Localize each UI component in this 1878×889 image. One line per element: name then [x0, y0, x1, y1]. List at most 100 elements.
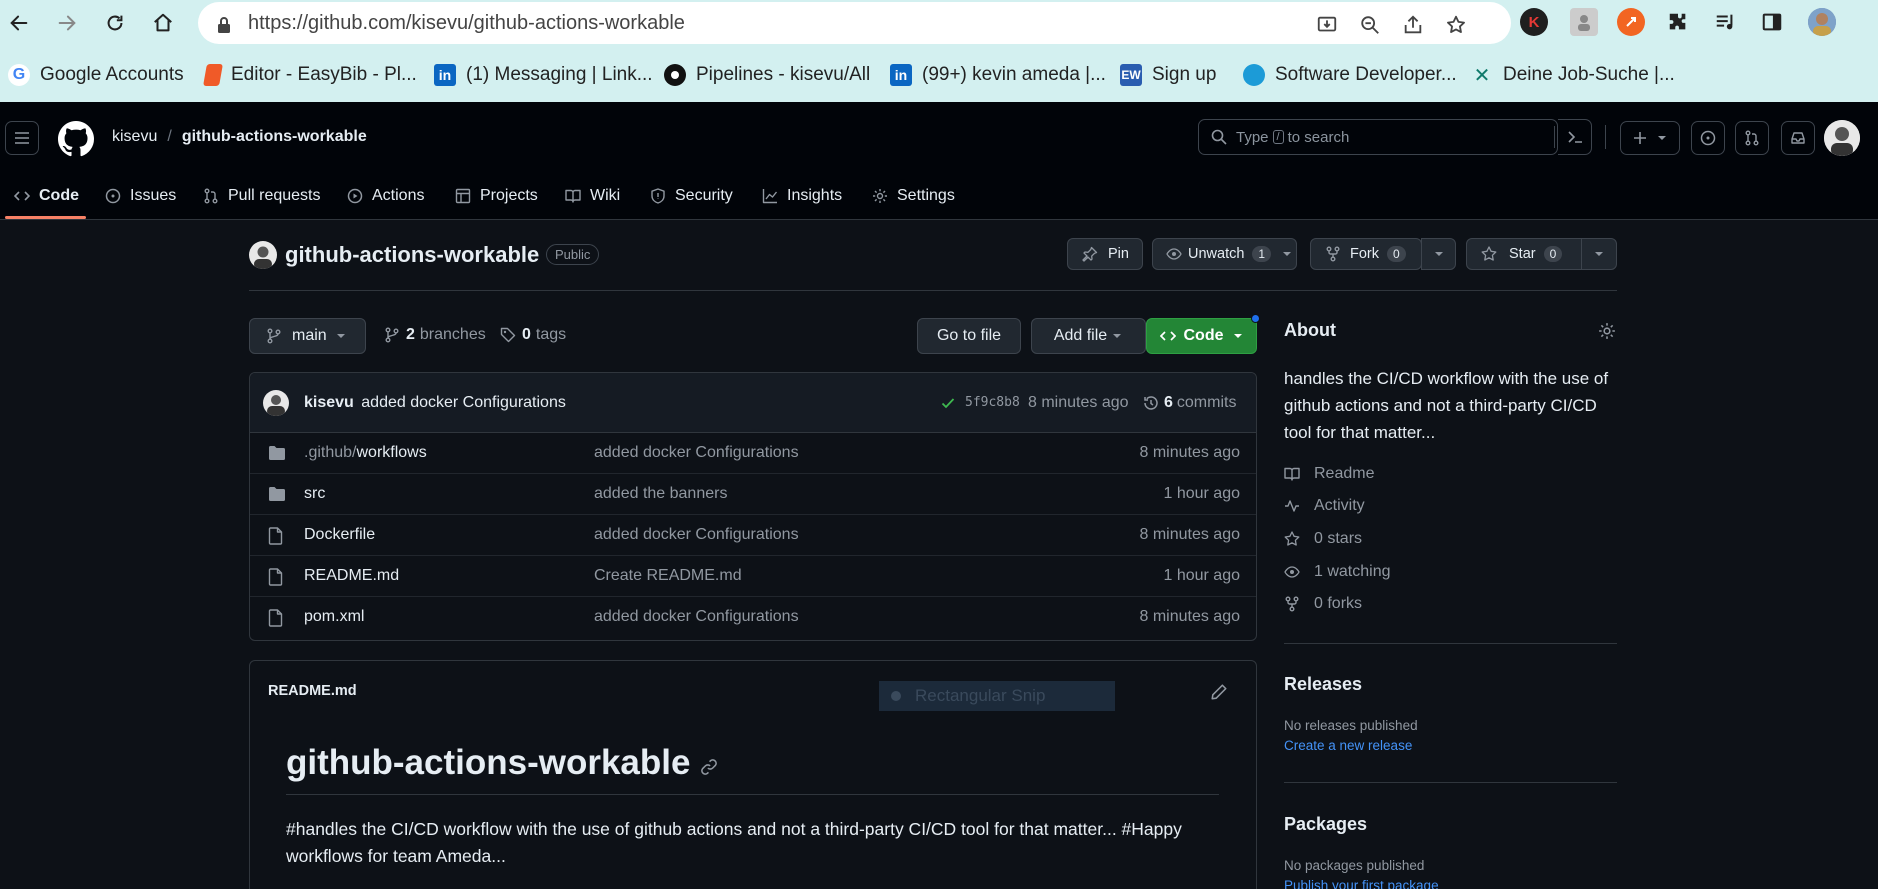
pin-button[interactable]: Pin — [1067, 238, 1143, 270]
star-icon — [1481, 246, 1497, 261]
tab-projects[interactable]: Projects — [455, 172, 538, 220]
gear-icon[interactable] — [1598, 322, 1616, 340]
file-commit-message[interactable]: Create README.md — [594, 567, 742, 585]
install-app-icon[interactable] — [1315, 13, 1339, 37]
commit-author-avatar[interactable] — [263, 390, 289, 416]
forward-button[interactable] — [52, 8, 82, 38]
notification-dot — [1251, 314, 1260, 323]
tab-issues[interactable]: Issues — [105, 172, 176, 220]
bookmark-sign-up[interactable]: EW Sign up — [1120, 61, 1216, 89]
issues-button[interactable] — [1691, 121, 1725, 155]
back-button[interactable] — [4, 8, 34, 38]
bookmark-software-developer[interactable]: Software Developer... — [1243, 61, 1457, 89]
file-name[interactable]: README.md — [304, 567, 399, 585]
table-row[interactable]: pom.xml added docker Configurations 8 mi… — [250, 597, 1256, 638]
fork-button[interactable]: Fork 0 — [1310, 238, 1422, 270]
bookmark-easybib[interactable]: Editor - EasyBib - Pl... — [203, 61, 417, 89]
bookmark-linkedin-profile[interactable]: in (99+) kevin ameda |... — [890, 61, 1106, 89]
about-readme-link[interactable]: Readme — [1284, 462, 1374, 486]
readme-body: #handles the CI/CD workflow with the use… — [286, 819, 1182, 866]
pull-requests-button[interactable] — [1735, 121, 1769, 155]
commits-link[interactable]: 6 commits — [1143, 394, 1236, 412]
table-row[interactable]: src added the banners 1 hour ago — [250, 474, 1256, 515]
file-name[interactable]: .github/workflows — [304, 444, 427, 462]
packages-title[interactable]: Packages — [1284, 814, 1367, 835]
side-panel-icon[interactable] — [1758, 8, 1786, 36]
about-stars-link[interactable]: 0 stars — [1284, 527, 1362, 551]
branches-link[interactable]: 2 branches — [384, 326, 486, 344]
table-row[interactable]: .github/workflows added docker Configura… — [250, 433, 1256, 474]
tags-link[interactable]: 0 tags — [500, 326, 566, 344]
commit-message[interactable]: added docker Configurations — [361, 394, 566, 411]
bookmark-google-accounts[interactable]: G Google Accounts — [8, 61, 184, 89]
bookmark-pipelines[interactable]: Pipelines - kisevu/All — [664, 61, 870, 89]
search-input[interactable]: Type / to search — [1198, 119, 1558, 155]
star-dropdown-button[interactable] — [1581, 238, 1617, 270]
bookmark-star-icon[interactable] — [1444, 13, 1468, 37]
home-button[interactable] — [148, 8, 178, 38]
create-new-button[interactable] — [1620, 121, 1680, 155]
inbox-button[interactable] — [1781, 121, 1815, 155]
menu-button[interactable] — [5, 121, 39, 155]
releases-title[interactable]: Releases — [1284, 674, 1362, 695]
check-icon[interactable] — [940, 395, 956, 411]
tab-settings[interactable]: Settings — [872, 172, 955, 220]
bookmark-linkedin-messaging[interactable]: in (1) Messaging | Link... — [434, 61, 653, 89]
unwatch-button[interactable]: Unwatch 1 — [1152, 238, 1297, 270]
extension-k-icon[interactable]: K — [1520, 8, 1548, 36]
extension-orange-icon[interactable] — [1617, 8, 1645, 36]
add-file-button[interactable]: Add file — [1031, 318, 1146, 354]
branch-selector[interactable]: main — [249, 318, 366, 354]
tab-pull-requests[interactable]: Pull requests — [203, 172, 321, 220]
code-button[interactable]: Code — [1146, 318, 1257, 354]
repo-owner-avatar[interactable] — [249, 241, 277, 269]
commit-author[interactable]: kisevu — [304, 394, 354, 411]
commit-sha[interactable]: 5f9c8b8 — [965, 395, 1020, 410]
file-name[interactable]: pom.xml — [304, 608, 364, 626]
breadcrumb-owner[interactable]: kisevu — [112, 128, 157, 146]
anchor-link-icon[interactable] — [700, 758, 718, 776]
create-release-link[interactable]: Create a new release — [1284, 738, 1412, 753]
snip-overlay: Rectangular Snip — [879, 681, 1115, 711]
tab-security[interactable]: Security — [650, 172, 733, 220]
tab-insights[interactable]: Insights — [762, 172, 842, 220]
about-forks-link[interactable]: 0 forks — [1284, 592, 1362, 616]
puzzle-icon[interactable] — [1664, 8, 1692, 36]
about-activity-link[interactable]: Activity — [1284, 494, 1365, 518]
zoom-icon[interactable] — [1358, 13, 1382, 37]
profile-avatar[interactable] — [1808, 8, 1836, 36]
file-commit-message[interactable]: added docker Configurations — [594, 608, 799, 626]
media-icon[interactable] — [1711, 8, 1739, 36]
bookmark-job-suche[interactable]: ✕ Deine Job-Suche |... — [1471, 61, 1675, 89]
file-name[interactable]: src — [304, 485, 325, 503]
file-name[interactable]: Dockerfile — [304, 526, 375, 544]
go-to-file-button[interactable]: Go to file — [917, 318, 1021, 354]
file-commit-message[interactable]: added docker Configurations — [594, 444, 799, 462]
file-commit-message[interactable]: added docker Configurations — [594, 526, 799, 544]
github-logo[interactable] — [58, 121, 94, 157]
extension-avatar-icon[interactable] — [1570, 8, 1598, 36]
url-text[interactable]: https://github.com/kisevu/github-actions… — [248, 12, 685, 35]
readme-filename[interactable]: README.md — [268, 683, 357, 699]
lock-icon[interactable] — [212, 13, 236, 37]
easybib-icon — [203, 64, 223, 86]
share-icon[interactable] — [1401, 13, 1425, 37]
pin-icon — [1082, 246, 1098, 262]
repo-title[interactable]: github-actions-workable — [285, 242, 539, 268]
publish-package-link[interactable]: Publish your first package — [1284, 878, 1439, 889]
user-avatar[interactable] — [1824, 120, 1860, 156]
table-row[interactable]: README.md Create README.md 1 hour ago — [250, 556, 1256, 597]
command-palette-button[interactable] — [1558, 119, 1592, 155]
shield-icon — [651, 188, 665, 204]
tab-actions[interactable]: Actions — [347, 172, 424, 220]
tab-code[interactable]: Code — [14, 172, 79, 220]
star-button[interactable]: Star 0 — [1466, 238, 1594, 270]
file-commit-message[interactable]: added the banners — [594, 485, 727, 503]
pencil-icon[interactable] — [1210, 683, 1228, 701]
reload-button[interactable] — [100, 8, 130, 38]
about-watching-link[interactable]: 1 watching — [1284, 560, 1391, 584]
breadcrumb-repo[interactable]: github-actions-workable — [182, 128, 367, 146]
table-row[interactable]: Dockerfile added docker Configurations 8… — [250, 515, 1256, 556]
fork-dropdown-button[interactable] — [1421, 238, 1456, 270]
tab-wiki[interactable]: Wiki — [565, 172, 620, 220]
